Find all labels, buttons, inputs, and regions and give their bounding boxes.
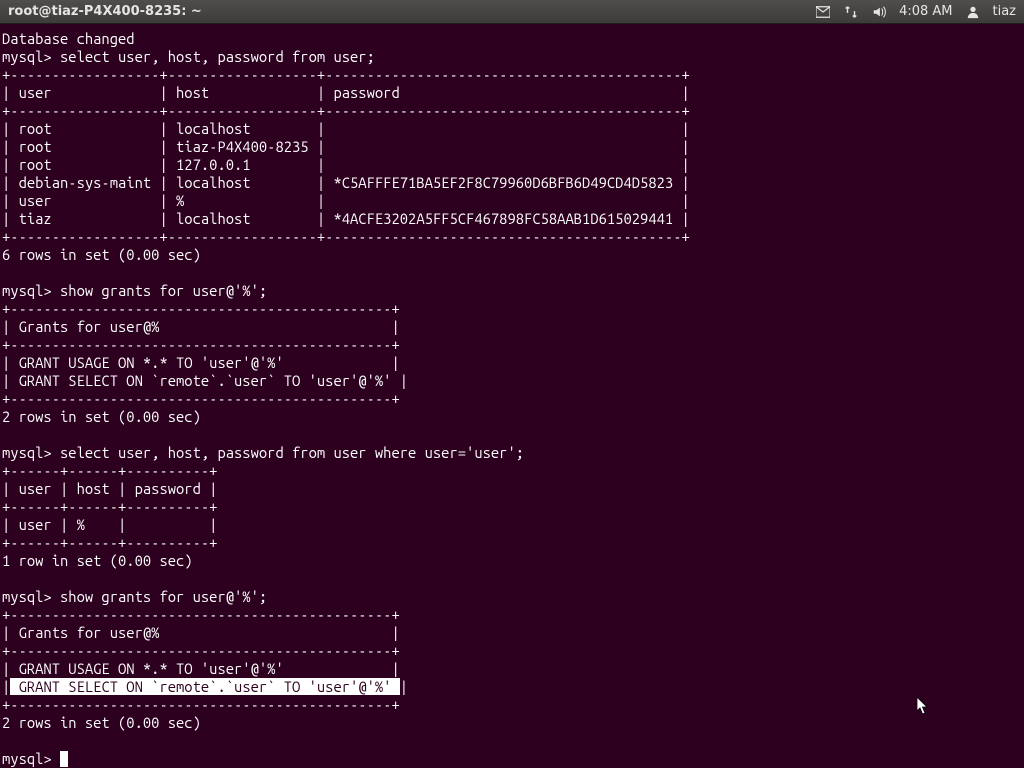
line: +------------------+------------------+-…: [2, 102, 690, 119]
line: mysql> show grants for user@'%';: [2, 282, 267, 299]
text-cursor: [60, 751, 68, 767]
line: | GRANT USAGE ON *.* TO 'user'@'%' |: [2, 660, 400, 677]
line: 1 row in set (0.00 sec): [2, 552, 193, 569]
line: | GRANT USAGE ON *.* TO 'user'@'%' |: [2, 354, 400, 371]
line: mysql> select user, host, password from …: [2, 444, 524, 461]
line: | user | host | password |: [2, 480, 217, 497]
line: 6 rows in set (0.00 sec): [2, 246, 201, 263]
line: | root | tiaz-P4X400-8235 | |: [2, 138, 690, 155]
user-icon[interactable]: [965, 4, 981, 20]
line: | GRANT SELECT ON `remote`.`user` TO 'us…: [2, 372, 408, 389]
network-icon[interactable]: [843, 4, 859, 20]
clock[interactable]: 4:08 AM: [899, 4, 952, 19]
line: +------+------+----------+: [2, 462, 217, 479]
line: | user | % | |: [2, 192, 690, 209]
line: +---------------------------------------…: [2, 696, 400, 713]
line: +---------------------------------------…: [2, 642, 400, 659]
line: | tiaz | localhost | *4ACFE3202A5FF5CF46…: [2, 210, 690, 227]
terminal-output[interactable]: Database changed mysql> select user, hos…: [0, 24, 1024, 768]
line: Database changed: [2, 30, 135, 47]
line: +------------------+------------------+-…: [2, 228, 690, 245]
mail-icon[interactable]: [815, 4, 831, 20]
line: mysql> show grants for user@'%';: [2, 588, 267, 605]
line: | user | % | |: [2, 516, 217, 533]
prompt: mysql>: [2, 750, 60, 767]
line: 2 rows in set (0.00 sec): [2, 714, 201, 731]
line: mysql> select user, host, password from …: [2, 48, 375, 65]
volume-icon[interactable]: [871, 4, 887, 20]
line: +---------------------------------------…: [2, 336, 400, 353]
user-label[interactable]: tiaz: [993, 4, 1017, 19]
line: +---------------------------------------…: [2, 300, 400, 317]
line: +------+------+----------+: [2, 498, 217, 515]
line: | root | 127.0.0.1 | |: [2, 156, 690, 173]
line: | debian-sys-maint | localhost | *C5AFFF…: [2, 174, 690, 191]
top-panel: root@tiaz-P4X400-8235: ~ 4:08 AM tiaz: [0, 0, 1024, 24]
panel-indicators: 4:08 AM tiaz: [815, 4, 1016, 20]
line: +---------------------------------------…: [2, 606, 400, 623]
window-title: root@tiaz-P4X400-8235: ~: [8, 4, 202, 19]
line: | user | host | password |: [2, 84, 690, 101]
line: +---------------------------------------…: [2, 390, 400, 407]
line: | Grants for user@% |: [2, 318, 400, 335]
line: | root | localhost | |: [2, 120, 690, 137]
line: +------------------+------------------+-…: [2, 66, 690, 83]
selected-text: GRANT SELECT ON `remote`.`user` TO 'user…: [10, 678, 399, 695]
line: | Grants for user@% |: [2, 624, 400, 641]
line: 2 rows in set (0.00 sec): [2, 408, 201, 425]
line: +------+------+----------+: [2, 534, 217, 551]
line: |: [400, 678, 408, 695]
